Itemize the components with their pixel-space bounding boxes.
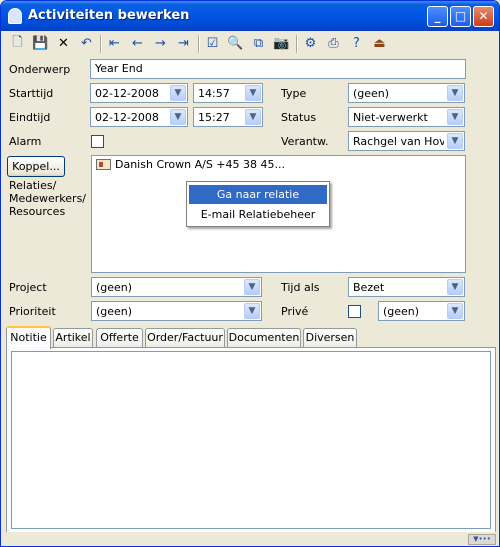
contact-card-icon bbox=[96, 159, 111, 170]
new-document-icon[interactable]: 🗋 bbox=[9, 35, 26, 52]
end-date-value: 02-12-2008 bbox=[95, 111, 159, 124]
tijd-als-value: Bezet bbox=[353, 281, 385, 294]
project-value: (geen) bbox=[96, 281, 133, 294]
app-icon bbox=[8, 8, 22, 24]
toolbar-separator bbox=[198, 35, 200, 53]
chevron-down-icon[interactable]: ▼ bbox=[447, 303, 463, 319]
prioriteit-label: Prioriteit bbox=[9, 305, 56, 318]
check-icon[interactable]: ☑ bbox=[204, 35, 221, 52]
first-record-icon[interactable]: ⇤ bbox=[106, 35, 123, 52]
relation-item-text: Danish Crown A/S +45 38 45... bbox=[115, 158, 285, 171]
status-bar: ▼••• bbox=[1, 532, 499, 546]
previous-record-icon[interactable]: ← bbox=[129, 35, 146, 52]
camera-icon[interactable]: 📷 bbox=[273, 35, 290, 52]
start-time-picker[interactable]: 14:57 ▼ bbox=[193, 83, 263, 103]
onderwerp-input[interactable]: Year End bbox=[90, 59, 466, 79]
delete-icon[interactable]: ✕ bbox=[55, 35, 72, 52]
verantw-select[interactable]: Rachgel van Hove ▼ bbox=[348, 131, 465, 151]
list-item[interactable]: Danish Crown A/S +45 38 45... bbox=[96, 158, 285, 171]
undo-icon[interactable]: ↶ bbox=[78, 35, 95, 52]
chevron-down-icon[interactable]: ▼ bbox=[170, 85, 186, 101]
print-icon[interactable]: ⎙ bbox=[325, 35, 342, 52]
context-menu: Ga naar relatie E-mail Relatiebeheer bbox=[186, 181, 330, 227]
chevron-down-icon[interactable]: ▼ bbox=[447, 133, 463, 149]
starttijd-label: Starttijd bbox=[9, 87, 54, 100]
toolbar-separator bbox=[296, 35, 298, 53]
end-time-value: 15:27 bbox=[198, 111, 230, 124]
start-date-picker[interactable]: 02-12-2008 ▼ bbox=[90, 83, 188, 103]
end-time-picker[interactable]: 15:27 ▼ bbox=[193, 107, 263, 127]
chevron-down-icon[interactable]: ▼ bbox=[245, 85, 261, 101]
prive-checkbox[interactable] bbox=[348, 305, 361, 318]
toolbar-separator bbox=[100, 35, 102, 53]
onderwerp-label: Onderwerp bbox=[9, 63, 71, 76]
chevron-down-icon[interactable]: ▼ bbox=[245, 109, 261, 125]
project-label: Project bbox=[9, 281, 47, 294]
koppel-button[interactable]: Koppel... bbox=[7, 156, 65, 177]
prioriteit-value: (geen) bbox=[96, 305, 133, 318]
start-time-value: 14:57 bbox=[198, 87, 230, 100]
type-label: Type bbox=[281, 87, 307, 100]
tab-diversen[interactable]: Diversen bbox=[303, 328, 357, 348]
verantw-value: Rachgel van Hove bbox=[353, 135, 444, 148]
medewerkers-label: Medewerkers/ bbox=[9, 192, 86, 205]
chevron-down-icon[interactable]: ▼ bbox=[170, 109, 186, 125]
resize-grip-icon[interactable]: ▼••• bbox=[468, 534, 496, 545]
minimize-button[interactable]: _ bbox=[427, 6, 448, 27]
prive-select[interactable]: (geen) ▼ bbox=[378, 301, 465, 321]
close-button[interactable]: ✕ bbox=[473, 6, 494, 27]
tab-offerte[interactable]: Offerte bbox=[96, 328, 143, 348]
alarm-checkbox[interactable] bbox=[91, 135, 104, 148]
window-title: Activiteiten bewerken bbox=[28, 8, 190, 23]
settings-icon[interactable]: ⚙ bbox=[302, 35, 319, 52]
tab-notitie[interactable]: Notitie bbox=[6, 326, 51, 349]
help-icon[interactable]: ? bbox=[348, 35, 365, 52]
title-bar[interactable]: Activiteiten bewerken _ □ ✕ bbox=[1, 1, 499, 31]
tab-artikel[interactable]: Artikel bbox=[53, 328, 93, 348]
last-record-icon[interactable]: ⇥ bbox=[175, 35, 192, 52]
chevron-down-icon[interactable]: ▼ bbox=[244, 279, 260, 295]
start-date-value: 02-12-2008 bbox=[95, 87, 159, 100]
end-date-picker[interactable]: 02-12-2008 ▼ bbox=[90, 107, 188, 127]
toolbar: 🗋 💾 ✕ ↶ ⇤ ← → ⇥ ☑ 🔍 ⧉ 📷 ⚙ ⎙ ? ⏏ bbox=[4, 31, 496, 57]
chevron-down-icon[interactable]: ▼ bbox=[447, 279, 463, 295]
type-value: (geen) bbox=[353, 87, 390, 100]
tab-panel-notitie bbox=[6, 347, 496, 533]
status-value: Niet-verwerkt bbox=[353, 111, 428, 124]
tijd-als-label: Tijd als bbox=[281, 281, 320, 294]
project-select[interactable]: (geen) ▼ bbox=[91, 277, 262, 297]
chevron-down-icon[interactable]: ▼ bbox=[447, 85, 463, 101]
type-select[interactable]: (geen) ▼ bbox=[348, 83, 465, 103]
status-select[interactable]: Niet-verwerkt ▼ bbox=[348, 107, 465, 127]
tab-strip: Notitie Artikel Offerte Order/Factuur Do… bbox=[6, 326, 496, 349]
menu-item-ga-naar-relatie[interactable]: Ga naar relatie bbox=[189, 185, 327, 204]
prive-label: Privé bbox=[281, 305, 309, 318]
chevron-down-icon[interactable]: ▼ bbox=[447, 109, 463, 125]
relaties-label: Relaties/ bbox=[9, 179, 57, 192]
resources-label: Resources bbox=[9, 205, 66, 218]
chevron-down-icon[interactable]: ▼ bbox=[244, 303, 260, 319]
prioriteit-select[interactable]: (geen) ▼ bbox=[91, 301, 262, 321]
verantw-label: Verantw. bbox=[281, 135, 329, 148]
tab-documenten[interactable]: Documenten bbox=[227, 328, 301, 348]
exit-icon[interactable]: ⏏ bbox=[371, 35, 388, 52]
notitie-textarea[interactable] bbox=[11, 351, 491, 529]
search-icon[interactable]: 🔍 bbox=[227, 35, 244, 52]
tab-order-factuur[interactable]: Order/Factuur bbox=[145, 328, 225, 348]
menu-item-email-relatiebeheer[interactable]: E-mail Relatiebeheer bbox=[189, 205, 327, 224]
copy-icon[interactable]: ⧉ bbox=[250, 35, 267, 52]
activity-edit-window: Activiteiten bewerken _ □ ✕ 🗋 💾 ✕ ↶ ⇤ ← … bbox=[0, 0, 500, 547]
alarm-label: Alarm bbox=[9, 135, 42, 148]
tijd-als-select[interactable]: Bezet ▼ bbox=[348, 277, 465, 297]
status-label: Status bbox=[281, 111, 317, 124]
eindtijd-label: Eindtijd bbox=[9, 111, 51, 124]
prive-value: (geen) bbox=[383, 305, 420, 318]
maximize-button[interactable]: □ bbox=[450, 6, 471, 27]
save-icon[interactable]: 💾 bbox=[32, 35, 49, 52]
next-record-icon[interactable]: → bbox=[152, 35, 169, 52]
